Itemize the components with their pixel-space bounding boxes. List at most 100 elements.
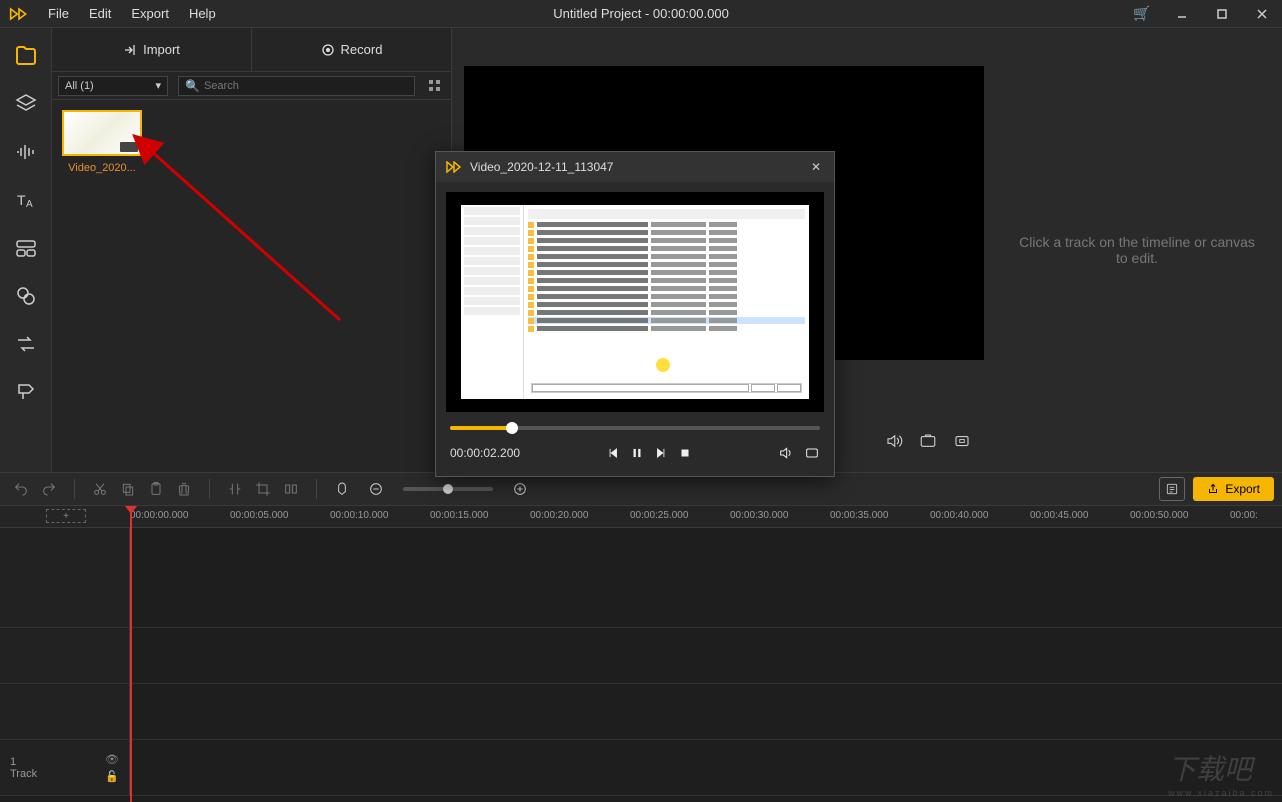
ruler-tick: 00:00:10.000	[330, 510, 388, 521]
track-number: 1	[10, 756, 37, 768]
media-clip-thumbnail[interactable]: Video_2020...	[62, 110, 142, 174]
popup-volume-icon[interactable]	[778, 445, 794, 461]
track-label: Track	[10, 768, 37, 780]
search-icon: 🔍	[185, 79, 200, 93]
properties-button[interactable]	[1159, 477, 1185, 501]
sidebar-elements-icon[interactable]	[0, 272, 51, 320]
cut-button[interactable]	[87, 476, 113, 502]
volume-icon[interactable]	[882, 429, 906, 453]
time-ruler[interactable]: + 00:00:00.000 00:00:05.000 00:00:10.000 00…	[0, 506, 1282, 528]
timeline-toolbar: Export	[0, 472, 1282, 506]
fullscreen-icon[interactable]	[950, 429, 974, 453]
properties-hint: Click a track on the timeline or canvas …	[992, 28, 1282, 472]
clip-preview-popup: Video_2020-12-11_113047 ✕	[435, 151, 835, 477]
app-logo-icon	[0, 7, 38, 21]
visibility-icon[interactable]: 👁	[105, 753, 119, 766]
media-thumbnails: Video_2020...	[52, 100, 451, 472]
menu-edit[interactable]: Edit	[79, 2, 121, 25]
popup-fullscreen-icon[interactable]	[804, 445, 820, 461]
ruler-tick: 00:00:	[1230, 510, 1258, 521]
media-filter-dropdown[interactable]: All (1) ▾	[58, 76, 168, 96]
ruler-tick: 00:00:05.000	[230, 510, 288, 521]
filter-label: All (1)	[65, 80, 94, 92]
ruler-tick: 00:00:40.000	[930, 510, 988, 521]
record-tab[interactable]: Record	[252, 28, 451, 72]
sidebar-overlays-icon[interactable]	[0, 224, 51, 272]
record-icon	[321, 43, 335, 57]
sidebar-behaviors-icon[interactable]	[0, 368, 51, 416]
zoom-out-button[interactable]	[363, 476, 389, 502]
left-sidebar: TA	[0, 28, 52, 472]
track-header	[0, 684, 130, 739]
track-body[interactable]	[130, 628, 1282, 683]
ruler-tick: 00:00:35.000	[830, 510, 888, 521]
grid-view-icon[interactable]	[425, 76, 445, 96]
timeline: + 00:00:00.000 00:00:05.000 00:00:10.000 00…	[0, 506, 1282, 802]
popup-close-button[interactable]: ✕	[808, 160, 824, 174]
app-logo-icon	[446, 161, 462, 173]
track-body[interactable]	[130, 528, 1282, 627]
track-body[interactable]	[130, 740, 1282, 795]
export-label: Export	[1225, 482, 1260, 496]
ruler-tick: 00:00:00.000	[130, 510, 188, 521]
import-tab[interactable]: Import	[52, 28, 252, 72]
record-label: Record	[341, 42, 383, 57]
popup-title: Video_2020-12-11_113047	[470, 160, 800, 174]
window-title: Untitled Project - 00:00:00.000	[553, 6, 729, 21]
menu-file[interactable]: File	[38, 2, 79, 25]
menu-export[interactable]: Export	[121, 2, 179, 25]
sidebar-layers-icon[interactable]	[0, 80, 51, 128]
sidebar-audio-icon[interactable]	[0, 128, 51, 176]
track-row	[0, 628, 1282, 684]
close-button[interactable]	[1242, 0, 1282, 28]
popup-video-area	[436, 182, 834, 412]
next-frame-button[interactable]	[654, 446, 668, 460]
pause-button[interactable]	[630, 446, 644, 460]
paste-button[interactable]	[143, 476, 169, 502]
minimize-button[interactable]	[1162, 0, 1202, 28]
search-input[interactable]	[204, 80, 408, 92]
undo-button[interactable]	[8, 476, 34, 502]
svg-text:T: T	[17, 192, 26, 208]
ruler-tick: 00:00:45.000	[1030, 510, 1088, 521]
snapshot-icon[interactable]	[916, 429, 940, 453]
zoom-slider[interactable]	[403, 487, 493, 491]
sidebar-text-icon[interactable]: TA	[0, 176, 51, 224]
popup-header[interactable]: Video_2020-12-11_113047 ✕	[436, 152, 834, 182]
menu-bar: File Edit Export Help Untitled Project -…	[0, 0, 1282, 28]
ruler-tick: 00:00:25.000	[630, 510, 688, 521]
redo-button[interactable]	[36, 476, 62, 502]
delete-button[interactable]	[171, 476, 197, 502]
add-track-button[interactable]: +	[46, 509, 86, 523]
cart-icon[interactable]: 🛒	[1122, 5, 1162, 22]
crop-button[interactable]	[250, 476, 276, 502]
search-box[interactable]: 🔍	[178, 76, 415, 96]
popup-seek-slider[interactable]	[450, 426, 820, 430]
prev-frame-button[interactable]	[606, 446, 620, 460]
playhead[interactable]	[130, 506, 132, 802]
ruler-tick: 00:00:15.000	[430, 510, 488, 521]
import-icon	[123, 43, 137, 57]
track-header	[0, 628, 130, 683]
copy-button[interactable]	[115, 476, 141, 502]
popup-playback-controls: 00:00:02.200	[436, 434, 834, 476]
track-body[interactable]	[130, 684, 1282, 739]
maximize-button[interactable]	[1202, 0, 1242, 28]
sidebar-transitions-icon[interactable]	[0, 320, 51, 368]
popup-video-canvas[interactable]	[446, 192, 824, 412]
menu-help[interactable]: Help	[179, 2, 226, 25]
sidebar-media-icon[interactable]	[0, 32, 51, 80]
track-header: 1 Track 👁 🔓	[0, 740, 130, 795]
split-button[interactable]	[222, 476, 248, 502]
ruler-tick: 00:00:20.000	[530, 510, 588, 521]
stop-button[interactable]	[678, 446, 692, 460]
import-label: Import	[143, 42, 180, 57]
lock-icon[interactable]: 🔓	[105, 770, 119, 783]
ruler-tick: 00:00:30.000	[730, 510, 788, 521]
track-row	[0, 684, 1282, 740]
thumbnail-image	[62, 110, 142, 156]
export-button[interactable]: Export	[1193, 477, 1274, 501]
zoom-in-button[interactable]	[507, 476, 533, 502]
snap-button[interactable]	[278, 476, 304, 502]
marker-button[interactable]	[329, 476, 355, 502]
